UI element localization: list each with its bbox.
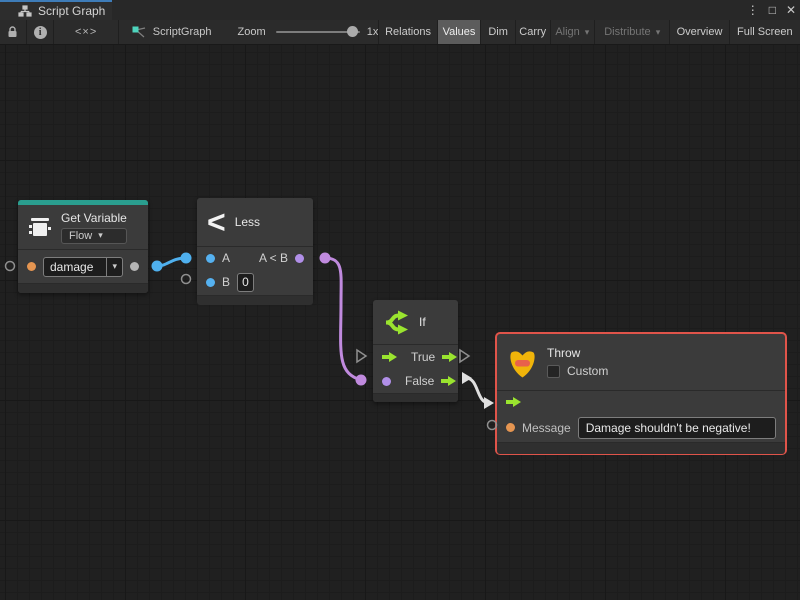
unconnected-indicator-circle (488, 421, 497, 430)
node-title: If (419, 315, 426, 329)
wire-false-to-throw[interactable] (466, 378, 489, 403)
variable-name-dropdown[interactable]: damage ▾ (43, 257, 123, 277)
node-title: Get Variable (61, 211, 127, 225)
chevron-down-icon: ▾ (106, 258, 122, 276)
throw-shield-icon (507, 346, 538, 379)
output-label: A < B (259, 251, 288, 265)
wire-arrow-end[interactable] (484, 397, 494, 409)
unconnected-indicator-triangle (357, 350, 366, 362)
chevron-down-icon: ▾ (98, 230, 103, 241)
custom-label: Custom (567, 364, 608, 378)
true-output-port[interactable] (442, 352, 457, 362)
wire-endpoint[interactable] (356, 375, 367, 386)
chevron-down-icon: ▾ (585, 27, 590, 38)
less-icon: < (207, 207, 226, 237)
zoom-label: Zoom (237, 26, 265, 38)
node-throw[interactable]: Throw Custom Message Damage shouldn't be… (497, 334, 785, 453)
graph-name: ScriptGraph (153, 26, 212, 38)
custom-checkbox[interactable] (547, 365, 560, 378)
graph-toolbar: i <×> ScriptGraph Zoom 1x Relations Valu… (0, 20, 800, 45)
title-bar: Script Graph ⋮ □ ✕ (0, 0, 800, 20)
node-less[interactable]: < Less A A < B B 0 (197, 198, 313, 300)
info-icon: i (34, 26, 47, 39)
variable-icon (28, 216, 52, 238)
comparison-output-port[interactable] (295, 254, 304, 263)
fullscreen-button[interactable]: Full Screen (729, 20, 800, 44)
code-view-button[interactable]: <×> (54, 20, 118, 44)
input-a-label: A (222, 251, 230, 265)
false-label: False (405, 374, 434, 388)
variable-scope-dropdown[interactable]: Flow ▾ (61, 228, 127, 244)
distribute-button[interactable]: Distribute▾ (594, 20, 669, 44)
maximize-icon[interactable]: □ (769, 3, 776, 17)
value-output-port[interactable] (130, 262, 139, 271)
wire-arrow-start[interactable] (462, 372, 472, 384)
message-label: Message (522, 421, 571, 435)
node-footer (497, 442, 785, 454)
input-a-port[interactable] (206, 254, 215, 263)
flow-input-port[interactable] (506, 397, 521, 407)
info-button[interactable]: i (27, 20, 55, 44)
graph-hierarchy-icon (18, 5, 32, 18)
node-title: Less (235, 215, 260, 229)
zoom-value: 1x (367, 26, 379, 38)
message-input-port[interactable] (506, 423, 515, 432)
condition-input-port[interactable] (382, 377, 391, 386)
relations-button[interactable]: Relations (378, 20, 436, 44)
code-icon: <×> (75, 26, 97, 38)
wire-endpoint[interactable] (320, 253, 331, 264)
node-footer (18, 283, 148, 293)
node-get-variable[interactable]: Get Variable Flow ▾ damage ▾ (18, 200, 148, 293)
input-b-port[interactable] (206, 278, 215, 287)
true-label: True (411, 350, 435, 364)
flow-input-port[interactable] (382, 352, 397, 362)
unconnected-indicator-circle (182, 275, 191, 284)
tab-title: Script Graph (38, 4, 105, 18)
node-if[interactable]: If True False (373, 300, 458, 402)
unconnected-indicator-circle (6, 262, 15, 271)
dim-button[interactable]: Dim (480, 20, 515, 44)
variable-name-port[interactable] (27, 262, 36, 271)
input-b-label: B (222, 275, 230, 289)
false-output-port[interactable] (441, 376, 456, 386)
chevron-down-icon: ▾ (656, 27, 661, 38)
unconnected-indicator-triangle (460, 350, 469, 362)
graph-canvas[interactable]: Get Variable Flow ▾ damage ▾ < Less (0, 45, 800, 600)
wire-endpoint[interactable] (181, 253, 192, 264)
close-icon[interactable]: ✕ (786, 3, 796, 17)
message-value-field[interactable]: Damage shouldn't be negative! (578, 417, 776, 439)
tab-script-graph[interactable]: Script Graph (0, 0, 112, 20)
zoom-slider[interactable] (276, 31, 360, 33)
lock-button[interactable] (0, 20, 27, 44)
wire-damage-to-a[interactable] (157, 258, 186, 266)
wire-endpoint[interactable] (152, 261, 163, 272)
branch-icon (383, 309, 410, 336)
window-menu-icon[interactable]: ⋮ (747, 3, 759, 17)
zoom-slider-handle[interactable] (347, 26, 358, 37)
wire-comparison-to-condition[interactable] (325, 258, 361, 380)
input-b-value-field[interactable]: 0 (237, 273, 254, 292)
node-footer (373, 393, 458, 402)
node-title: Throw (547, 346, 608, 360)
carry-button[interactable]: Carry (515, 20, 550, 44)
script-graph-icon (132, 26, 147, 39)
graph-breadcrumb[interactable]: ScriptGraph (132, 20, 212, 44)
lock-icon (7, 26, 18, 38)
align-button[interactable]: Align▾ (550, 20, 595, 44)
node-footer (197, 295, 313, 305)
values-button[interactable]: Values (437, 20, 481, 44)
overview-button[interactable]: Overview (669, 20, 728, 44)
